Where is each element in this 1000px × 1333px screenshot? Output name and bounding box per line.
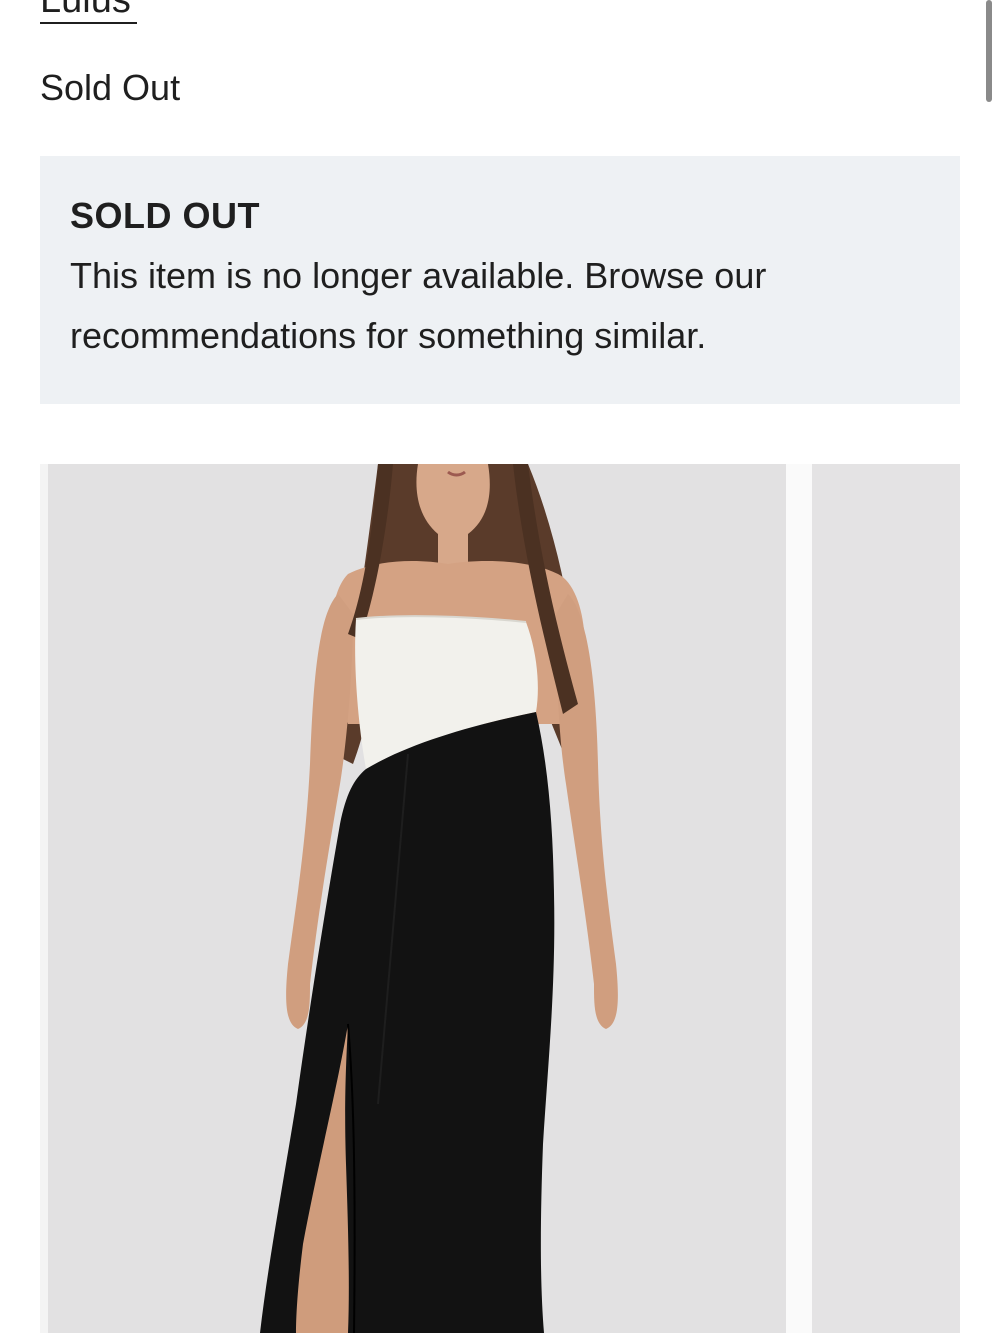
product-page: Lulus Sold Out SOLD OUT This item is no … (0, 0, 1000, 1333)
sold-out-notice: SOLD OUT This item is no longer availabl… (40, 156, 960, 404)
notice-message: This item is no longer available. Browse… (70, 255, 767, 356)
product-image-main[interactable] (48, 464, 786, 1333)
product-image-next[interactable] (812, 464, 960, 1333)
notice-title: SOLD OUT (70, 195, 260, 236)
page-scrollbar[interactable] (986, 0, 992, 102)
availability-status: Sold Out (40, 67, 181, 108)
brand-link[interactable]: Lulus (40, 0, 137, 24)
product-image-carousel[interactable] (40, 464, 960, 1333)
product-photo (48, 464, 786, 1333)
carousel-edge (40, 464, 48, 1333)
carousel-gap (786, 464, 812, 1333)
